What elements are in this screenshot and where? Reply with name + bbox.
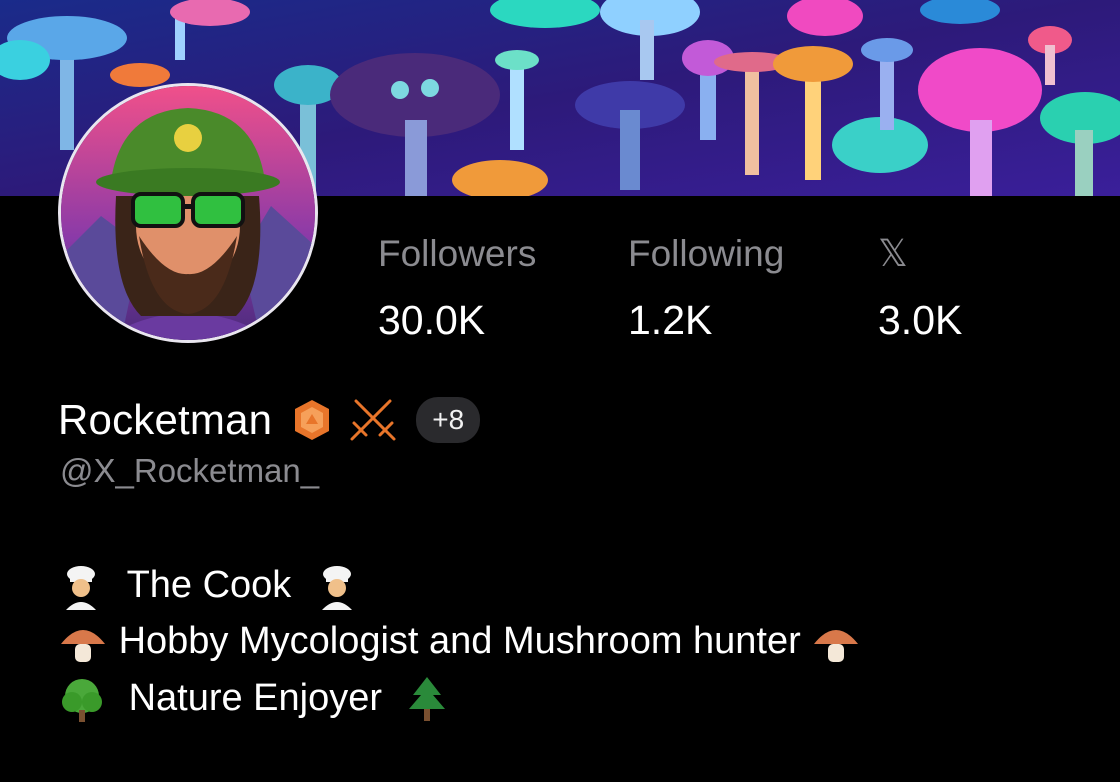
stat-following[interactable]: Following 1.2K (628, 232, 784, 344)
stat-value: 3.0K (878, 297, 963, 343)
tree-emoji-icon (62, 678, 102, 722)
orange-hexagon-badge-icon[interactable] (290, 398, 334, 442)
mushroom-emoji-icon (61, 629, 105, 662)
bio-line: Hobby Mycologist and Mushroom hunter (58, 616, 861, 666)
mushroom-emoji-icon (814, 629, 859, 662)
more-badges-button[interactable]: +8 (416, 397, 481, 443)
bio-text: The Cook (126, 564, 292, 606)
display-name: Rocketman (58, 396, 273, 443)
profile-avatar[interactable] (58, 83, 318, 343)
stat-value: 30.0K (378, 297, 486, 343)
stat-followers[interactable]: Followers 30.0K (378, 232, 536, 344)
x-logo-icon: 𝕏 (878, 232, 908, 275)
name-row: Rocketman +8 (58, 394, 481, 446)
cook-emoji-icon (66, 565, 96, 610)
user-handle: @X_Rocketman_ (60, 452, 320, 489)
stat-label: Following (628, 233, 785, 274)
evergreen-tree-emoji-icon (408, 676, 445, 721)
profile-avatar-image (61, 86, 315, 340)
cook-emoji-icon (321, 565, 352, 610)
bio-line: Nature Enjoyer (58, 673, 449, 723)
bio-text: Nature Enjoyer (128, 677, 383, 719)
stat-value: 1.2K (628, 297, 713, 343)
crossed-swords-badge-icon[interactable] (348, 395, 398, 445)
stat-x[interactable]: 𝕏 3.0K (878, 232, 962, 344)
stat-label: Followers (378, 233, 537, 274)
bio-text: Hobby Mycologist and Mushroom hunter (118, 620, 801, 662)
bio-line: The Cook (58, 560, 360, 610)
